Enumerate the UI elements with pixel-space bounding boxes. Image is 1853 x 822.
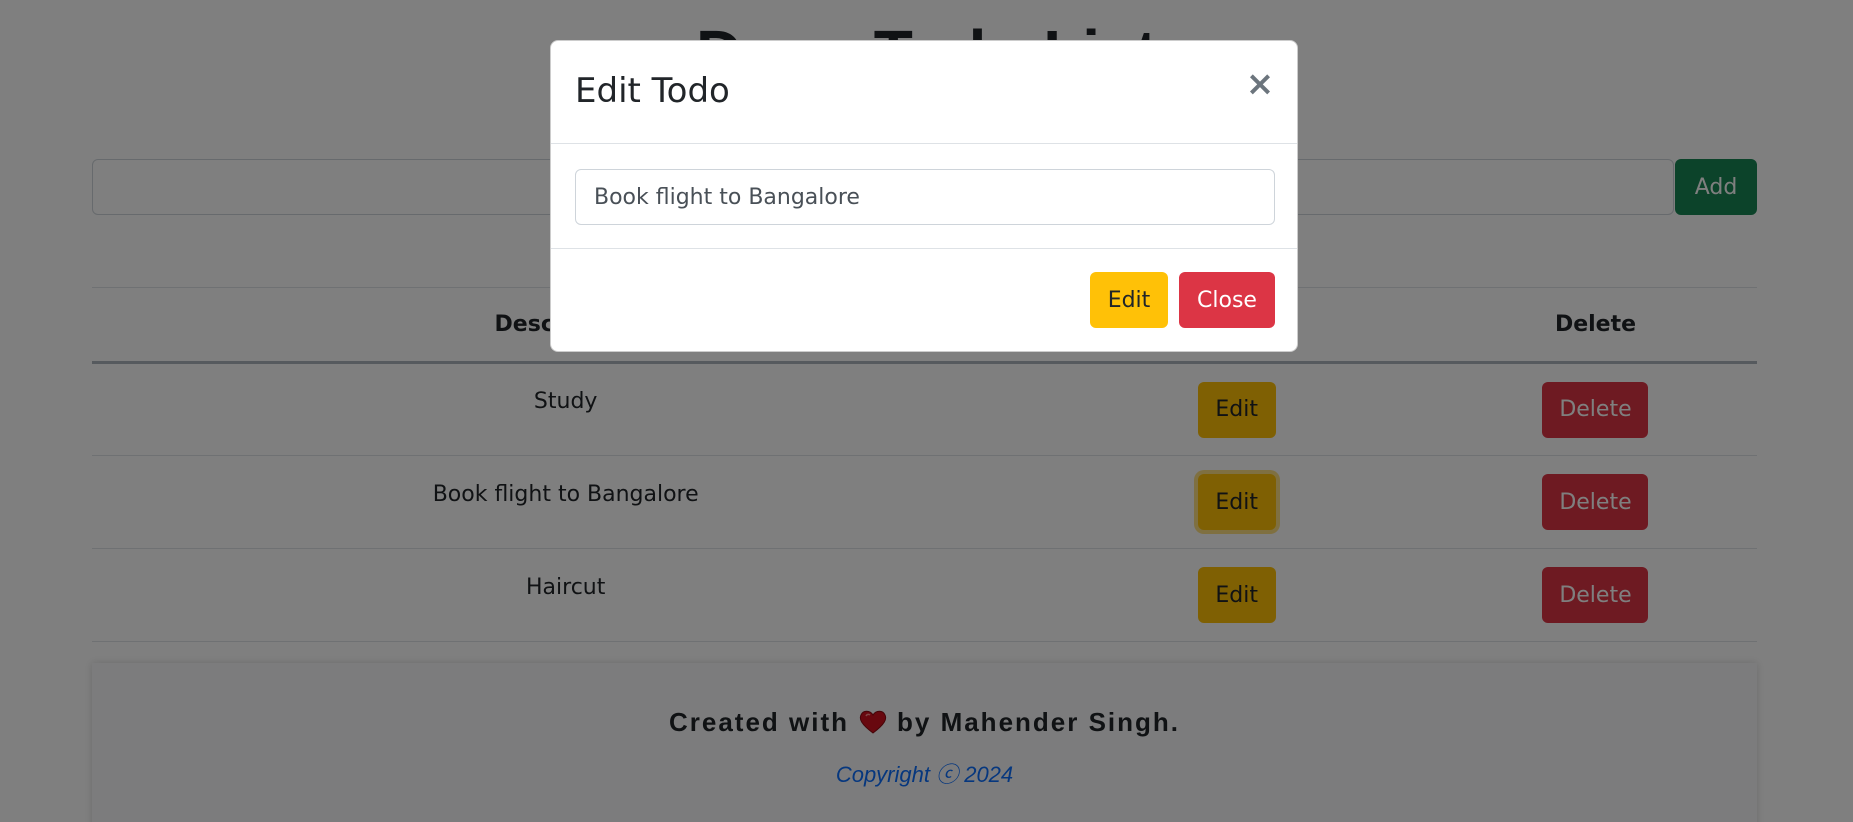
edit-todo-input[interactable] — [575, 169, 1275, 225]
close-icon[interactable]: × — [1245, 67, 1275, 101]
modal-header: Edit Todo × — [551, 41, 1297, 144]
modal-edit-button[interactable]: Edit — [1090, 272, 1168, 328]
modal-body — [551, 145, 1297, 249]
edit-todo-modal: Edit Todo × Edit Close — [550, 40, 1298, 352]
modal-close-button[interactable]: Close — [1179, 272, 1275, 328]
modal-title: Edit Todo — [575, 71, 730, 111]
